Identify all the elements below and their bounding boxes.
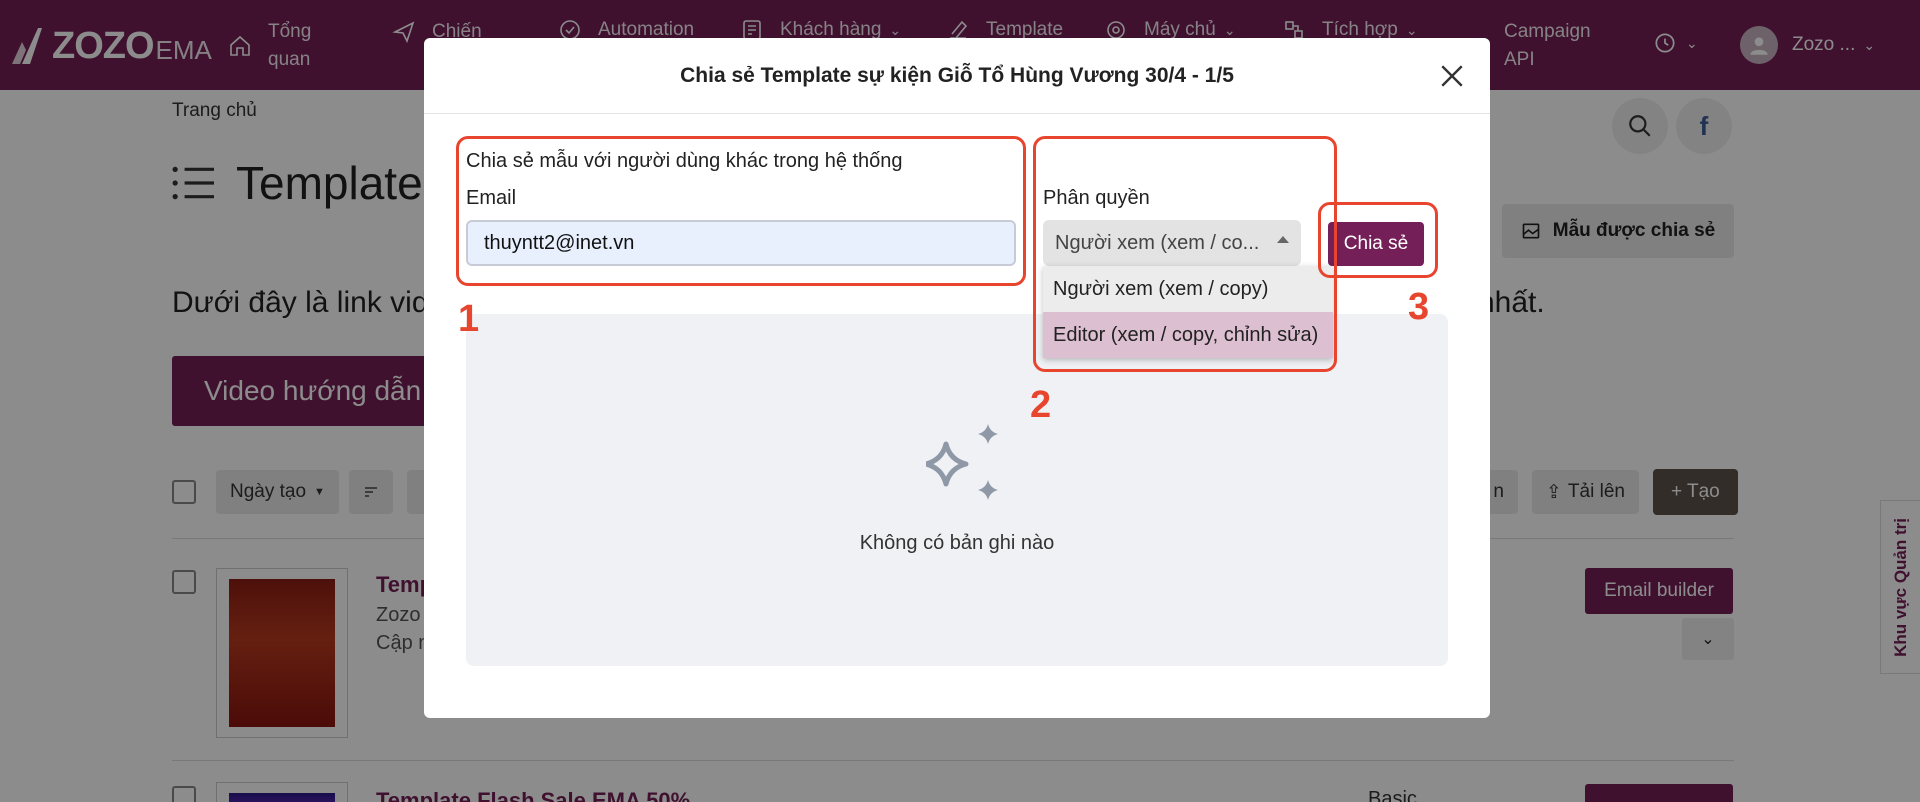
sparkles-icon — [926, 424, 998, 500]
close-icon — [1441, 65, 1463, 87]
empty-state-text: Không có bản ghi nào — [859, 532, 1055, 554]
modal-header: Chia sẻ Template sự kiện Giỗ Tổ Hùng Vươ… — [424, 38, 1490, 114]
annotation-box-3 — [1318, 202, 1438, 278]
annotation-number-1: 1 — [458, 298, 480, 340]
annotation-box-1 — [456, 136, 1026, 286]
annotation-number-2: 2 — [1030, 384, 1052, 426]
annotation-number-3: 3 — [1408, 286, 1430, 328]
close-button[interactable] — [1434, 58, 1470, 94]
modal-title: Chia sẻ Template sự kiện Giỗ Tổ Hùng Vươ… — [680, 63, 1234, 87]
annotation-box-2 — [1033, 136, 1337, 372]
